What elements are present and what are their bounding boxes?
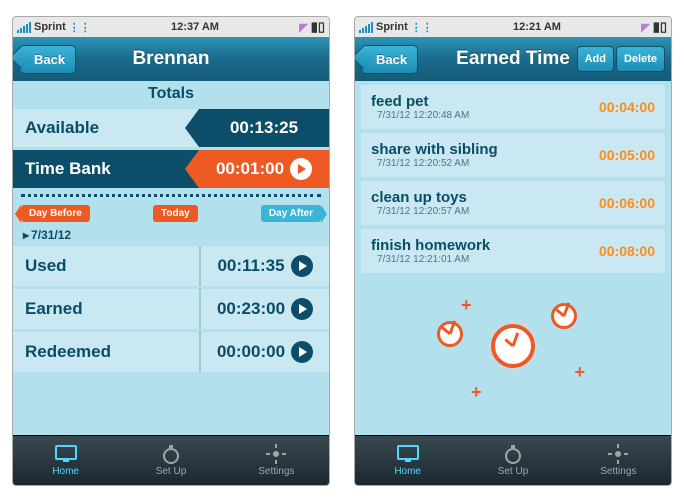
clock-icon (491, 324, 535, 368)
signal-icon (17, 22, 31, 33)
list-item[interactable]: share with sibling7/31/12 12:20:52 AM 00… (361, 133, 665, 177)
item-timestamp: 7/31/12 12:21:01 AM (377, 254, 490, 265)
item-title: clean up toys (371, 189, 469, 206)
list-item[interactable]: finish homework7/31/12 12:21:01 AM 00:08… (361, 229, 665, 273)
phone-right: Sprint ⋮⋮ 12:21 AM ◤ ▮▯ Back Earned Time… (354, 16, 672, 486)
item-duration: 00:04:00 (599, 99, 655, 115)
timebank-value: 00:01:00 (216, 159, 284, 179)
status-time: 12:21 AM (433, 21, 641, 33)
divider (21, 194, 321, 197)
play-icon[interactable] (291, 341, 313, 363)
status-bar: Sprint ⋮⋮ 12:21 AM ◤ ▮▯ (355, 17, 671, 37)
tab-setup[interactable]: Set Up (118, 436, 223, 485)
tab-home[interactable]: Home (13, 436, 118, 485)
play-icon[interactable] (291, 255, 313, 277)
day-after-button[interactable]: Day After (261, 205, 321, 222)
wifi-icon: ⋮⋮ (411, 21, 433, 34)
available-value: 00:13:25 (230, 118, 298, 138)
clock-icon (551, 303, 577, 329)
monitor-icon (396, 444, 420, 464)
plus-icon: + (461, 295, 472, 316)
signal-icon (359, 22, 373, 33)
available-row[interactable]: Available 00:13:25 (13, 109, 329, 147)
tab-home-label: Home (394, 466, 421, 477)
earned-row[interactable]: Earned 00:23:00 (13, 289, 329, 329)
tab-bar: Home Set Up Settings (13, 435, 329, 485)
stopwatch-icon (159, 444, 183, 464)
gear-icon (264, 444, 288, 464)
add-button[interactable]: Add (577, 46, 614, 72)
redeemed-value: 00:00:00 (217, 342, 285, 362)
tab-settings-label: Settings (600, 466, 636, 477)
item-title: feed pet (371, 93, 469, 110)
location-icon: ◤ (641, 21, 649, 34)
carrier-label: Sprint (34, 21, 66, 33)
tab-settings-label: Settings (258, 466, 294, 477)
used-label: Used (13, 256, 199, 276)
wifi-icon: ⋮⋮ (69, 21, 91, 34)
timebank-row[interactable]: Time Bank 00:01:00 (13, 150, 329, 188)
gear-icon (606, 444, 630, 464)
item-title: finish homework (371, 237, 490, 254)
tab-setup-label: Set Up (498, 466, 529, 477)
redeemed-row[interactable]: Redeemed 00:00:00 (13, 332, 329, 372)
stopwatch-icon (501, 444, 525, 464)
status-bar: Sprint ⋮⋮ 12:37 AM ◤ ▮▯ (13, 17, 329, 37)
content: Totals Available 00:13:25 Time Bank 00:0… (13, 81, 329, 435)
back-button[interactable]: Back (19, 45, 76, 74)
nav-bar: Back Brennan (13, 37, 329, 81)
tab-settings[interactable]: Settings (224, 436, 329, 485)
play-icon[interactable] (290, 158, 312, 180)
plus-icon: + (471, 382, 482, 403)
phone-left: Sprint ⋮⋮ 12:37 AM ◤ ▮▯ Back Brennan Tot… (12, 16, 330, 486)
item-duration: 00:05:00 (599, 147, 655, 163)
content: feed pet7/31/12 12:20:48 AM 00:04:00 sha… (355, 81, 671, 435)
clock-illustration: + + + (355, 277, 671, 415)
earned-label: Earned (13, 299, 199, 319)
battery-icon: ▮▯ (311, 19, 325, 35)
play-icon[interactable] (291, 298, 313, 320)
tab-setup-label: Set Up (156, 466, 187, 477)
available-label: Available (13, 109, 199, 147)
status-time: 12:37 AM (91, 21, 299, 33)
tab-home[interactable]: Home (355, 436, 460, 485)
used-value: 00:11:35 (217, 256, 284, 276)
item-duration: 00:06:00 (599, 195, 655, 211)
item-timestamp: 7/31/12 12:20:48 AM (377, 110, 469, 121)
back-button[interactable]: Back (361, 45, 418, 74)
list-item[interactable]: clean up toys7/31/12 12:20:57 AM 00:06:0… (361, 181, 665, 225)
list-item[interactable]: feed pet7/31/12 12:20:48 AM 00:04:00 (361, 85, 665, 129)
redeemed-label: Redeemed (13, 342, 199, 362)
timebank-label: Time Bank (13, 150, 199, 188)
date-label: 7/31/12 (13, 226, 329, 246)
clock-icon (437, 321, 463, 347)
tab-settings[interactable]: Settings (566, 436, 671, 485)
nav-bar: Back Earned Time Add Delete (355, 37, 671, 81)
monitor-icon (54, 444, 78, 464)
totals-header: Totals (13, 81, 329, 109)
today-button[interactable]: Today (153, 205, 198, 222)
battery-icon: ▮▯ (653, 19, 667, 35)
day-nav: Day Before Today Day After (13, 203, 329, 226)
day-before-button[interactable]: Day Before (21, 205, 90, 222)
plus-icon: + (574, 362, 585, 383)
delete-button[interactable]: Delete (616, 46, 665, 72)
item-title: share with sibling (371, 141, 498, 158)
tab-home-label: Home (52, 466, 79, 477)
used-row[interactable]: Used 00:11:35 (13, 246, 329, 286)
earned-value: 00:23:00 (217, 299, 285, 319)
tab-bar: Home Set Up Settings (355, 435, 671, 485)
tab-setup[interactable]: Set Up (460, 436, 565, 485)
location-icon: ◤ (299, 21, 307, 34)
item-duration: 00:08:00 (599, 243, 655, 259)
item-timestamp: 7/31/12 12:20:52 AM (377, 158, 498, 169)
item-timestamp: 7/31/12 12:20:57 AM (377, 206, 469, 217)
carrier-label: Sprint (376, 21, 408, 33)
